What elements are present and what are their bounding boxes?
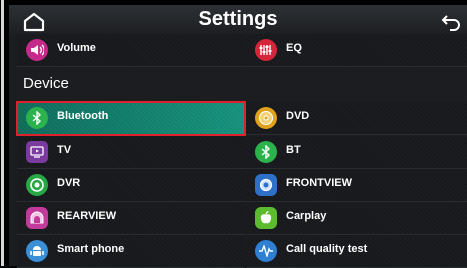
page-title: Settings bbox=[198, 8, 278, 30]
menu-item-bt[interactable]: BT bbox=[246, 136, 467, 169]
disc-icon bbox=[255, 107, 277, 129]
menu-item-label: BT bbox=[286, 144, 301, 156]
equalizer-icon bbox=[255, 39, 277, 61]
menu-item-label: Smart phone bbox=[57, 243, 125, 255]
menu-item-eq[interactable]: EQ bbox=[246, 34, 467, 67]
settings-screen: Settings Volume EQ Device Bluetooth DVD bbox=[9, 5, 467, 268]
menu-item-label: REARVIEW bbox=[57, 210, 117, 222]
menu-item-carplay[interactable]: Carplay bbox=[246, 202, 467, 235]
volume-icon bbox=[26, 39, 48, 61]
menu-item-volume[interactable]: Volume bbox=[17, 34, 245, 67]
apple-icon bbox=[255, 207, 277, 229]
menu-item-frontview[interactable]: FRONTVIEW bbox=[246, 169, 467, 202]
menu-item-rearview[interactable]: REARVIEW bbox=[17, 202, 245, 235]
menu-item-smart-phone[interactable]: Smart phone bbox=[17, 235, 245, 268]
menu-item-label: Bluetooth bbox=[57, 110, 109, 122]
menu-item-label: EQ bbox=[286, 42, 302, 54]
bluetooth-icon bbox=[255, 141, 277, 163]
menu-item-label: DVD bbox=[286, 110, 310, 122]
menu-item-label: DVR bbox=[57, 177, 81, 189]
tv-icon bbox=[26, 141, 48, 163]
menu-item-dvr[interactable]: DVR bbox=[17, 169, 245, 202]
reverse-camera-icon bbox=[26, 207, 48, 229]
bluetooth-icon bbox=[26, 107, 48, 129]
menu-item-dvd[interactable]: DVD bbox=[246, 102, 467, 135]
menu-item-label: TV bbox=[57, 144, 72, 156]
menu-item-label: Call quality test bbox=[286, 243, 368, 255]
camera-icon bbox=[255, 174, 277, 196]
section-heading-device: Device bbox=[23, 75, 69, 92]
camera-lens-icon bbox=[26, 174, 48, 196]
menu-item-bluetooth[interactable]: Bluetooth bbox=[16, 101, 246, 136]
screen-bezel-left bbox=[0, 0, 9, 266]
menu-item-label: Volume bbox=[57, 42, 96, 54]
menu-item-label: FRONTVIEW bbox=[286, 177, 352, 189]
waveform-icon bbox=[255, 240, 277, 262]
back-icon[interactable] bbox=[441, 13, 461, 31]
menu-item-call-quality-test[interactable]: Call quality test bbox=[246, 235, 467, 268]
android-icon bbox=[26, 240, 48, 262]
menu-item-label: Carplay bbox=[286, 210, 327, 222]
menu-item-tv[interactable]: TV bbox=[17, 136, 245, 169]
